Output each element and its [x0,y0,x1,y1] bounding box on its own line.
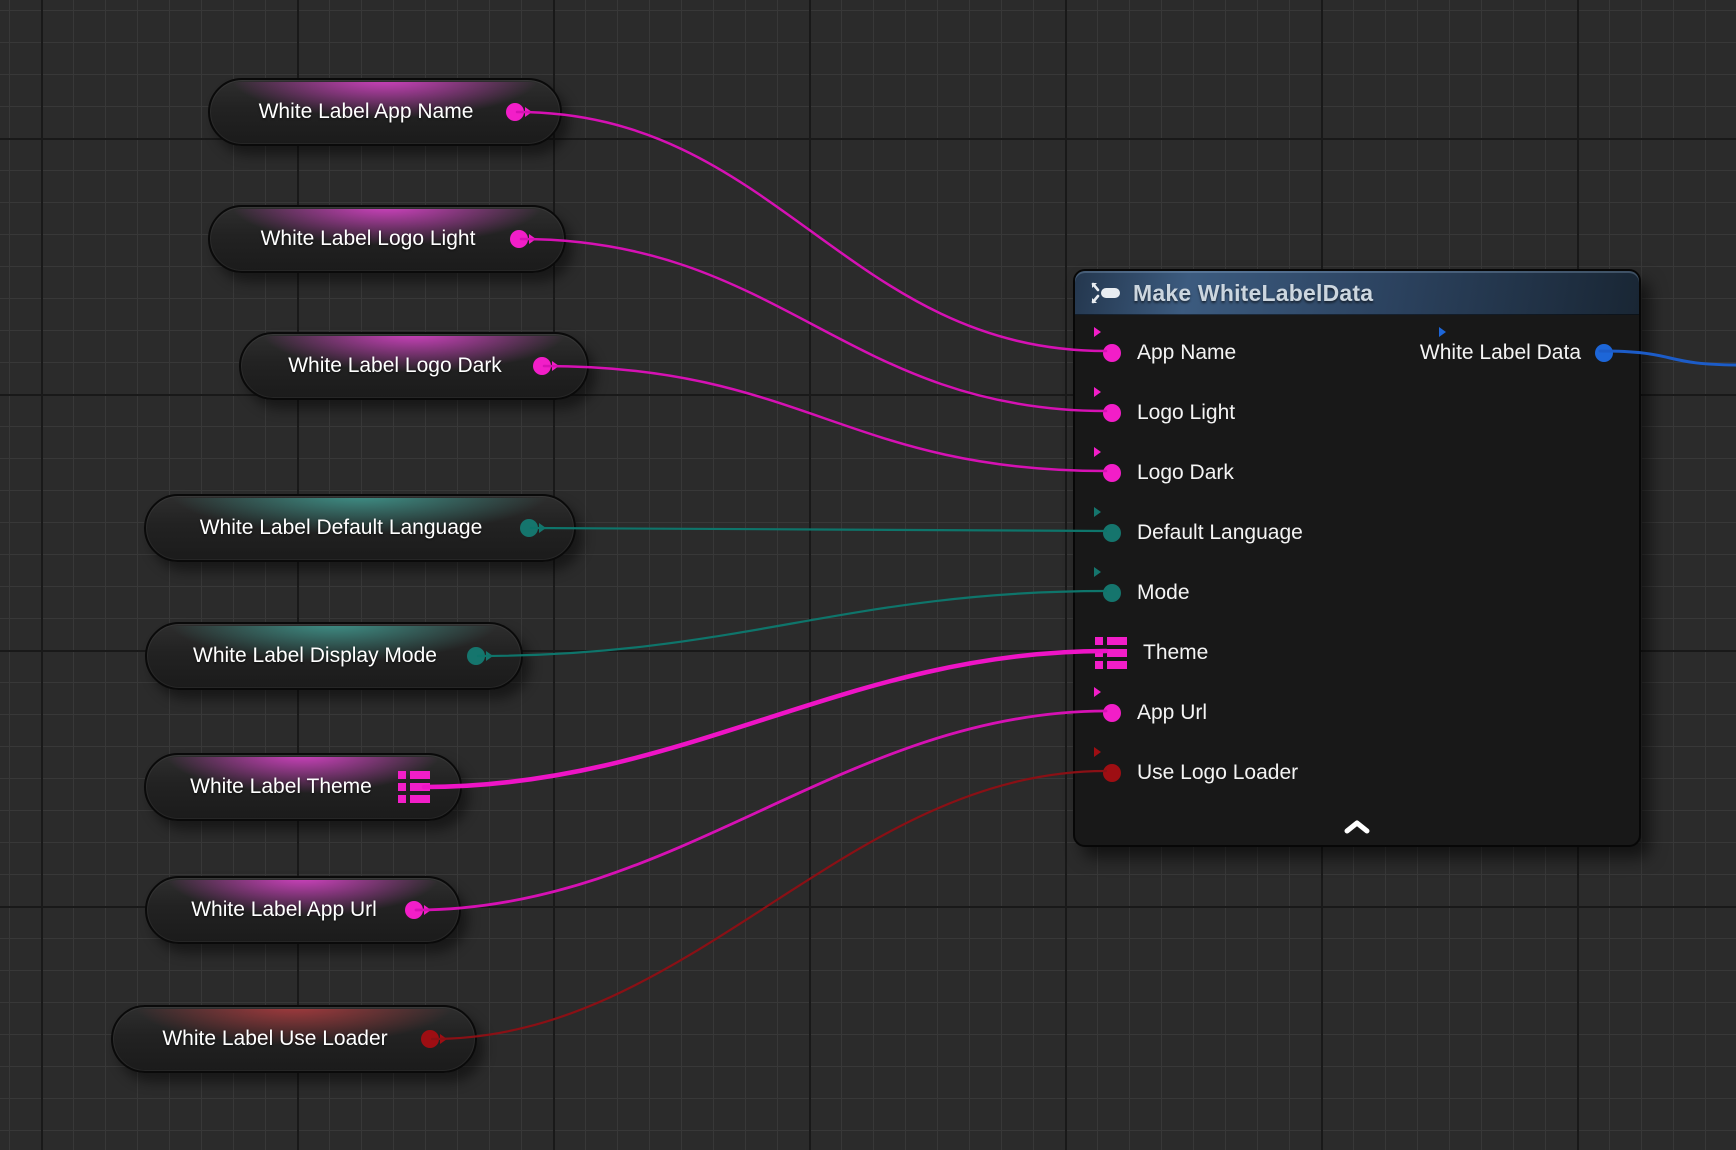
pin-label: Default Language [1137,521,1303,545]
getter-node-white-label-theme[interactable]: White Label Theme [144,753,462,821]
getter-node-white-label-default-language[interactable]: White Label Default Language [144,494,576,562]
pin-label: White Label Data [1420,341,1581,365]
pin-label: Use Logo Loader [1137,761,1298,785]
input-row-logo-light[interactable]: Logo Light [1075,383,1639,443]
enum-input-pin[interactable] [1103,524,1121,542]
string-input-pin[interactable] [1103,404,1121,422]
getter-node-white-label-app-url[interactable]: White Label App Url [145,876,461,944]
input-row-app-url[interactable]: App Url [1075,683,1639,743]
collapse-node-button[interactable] [1335,815,1379,839]
getter-node-label: White Label Display Mode [193,644,437,668]
pin-label: Mode [1137,581,1190,605]
getter-node-white-label-logo-dark[interactable]: White Label Logo Dark [239,332,589,400]
getter-node-white-label-use-loader[interactable]: White Label Use Loader [111,1005,477,1073]
input-row-use-logo-loader[interactable]: Use Logo Loader [1075,743,1639,803]
getter-node-label: White Label App Url [191,898,377,922]
string-input-pin[interactable] [1103,704,1121,722]
getter-node-white-label-display-mode[interactable]: White Label Display Mode [145,622,523,690]
pin-label: App Name [1137,341,1236,365]
struct-input-pin-icon[interactable] [1095,637,1127,669]
string-output-pin[interactable] [405,901,423,919]
input-row-theme[interactable]: Theme [1075,623,1639,683]
pin-label: App Url [1137,701,1207,725]
string-output-pin[interactable] [510,230,528,248]
enum-input-pin[interactable] [1103,584,1121,602]
getter-node-white-label-logo-light[interactable]: White Label Logo Light [208,205,566,273]
enum-output-pin[interactable] [520,519,538,537]
string-input-pin[interactable] [1103,344,1121,362]
getter-node-label: White Label Use Loader [162,1027,387,1051]
pin-label: Logo Light [1137,401,1235,425]
string-input-pin[interactable] [1103,464,1121,482]
pin-label: Logo Dark [1137,461,1234,485]
input-row-mode[interactable]: Mode [1075,563,1639,623]
make-whitelabeldata-node[interactable]: Make WhiteLabelData App Name Logo Light … [1073,269,1641,847]
getter-node-label: White Label App Name [259,100,474,124]
getter-node-label: White Label Theme [190,775,372,799]
string-output-pin[interactable] [506,103,524,121]
chevron-up-icon [1343,820,1371,834]
blueprint-graph-canvas[interactable]: White Label App Name White Label Logo Li… [0,0,1736,1150]
bool-input-pin[interactable] [1103,764,1121,782]
output-row-white-label-data[interactable]: White Label Data [1420,323,1613,383]
input-row-default-language[interactable]: Default Language [1075,503,1639,563]
input-row-logo-dark[interactable]: Logo Dark [1075,443,1639,503]
make-struct-icon [1089,280,1123,306]
getter-node-label: White Label Logo Dark [288,354,502,378]
make-node-header[interactable]: Make WhiteLabelData [1075,271,1639,315]
getter-node-label: White Label Logo Light [261,227,476,251]
struct-output-pin[interactable] [1595,344,1613,362]
bool-output-pin[interactable] [421,1030,439,1048]
getter-node-label: White Label Default Language [200,516,483,540]
make-node-title: Make WhiteLabelData [1133,280,1373,307]
struct-pin-icon[interactable] [398,771,430,803]
pin-label: Theme [1143,641,1208,665]
getter-node-white-label-app-name[interactable]: White Label App Name [208,78,562,146]
string-output-pin[interactable] [533,357,551,375]
make-node-input-pins: App Name Logo Light Logo Dark Default La… [1075,315,1639,803]
enum-output-pin[interactable] [467,647,485,665]
